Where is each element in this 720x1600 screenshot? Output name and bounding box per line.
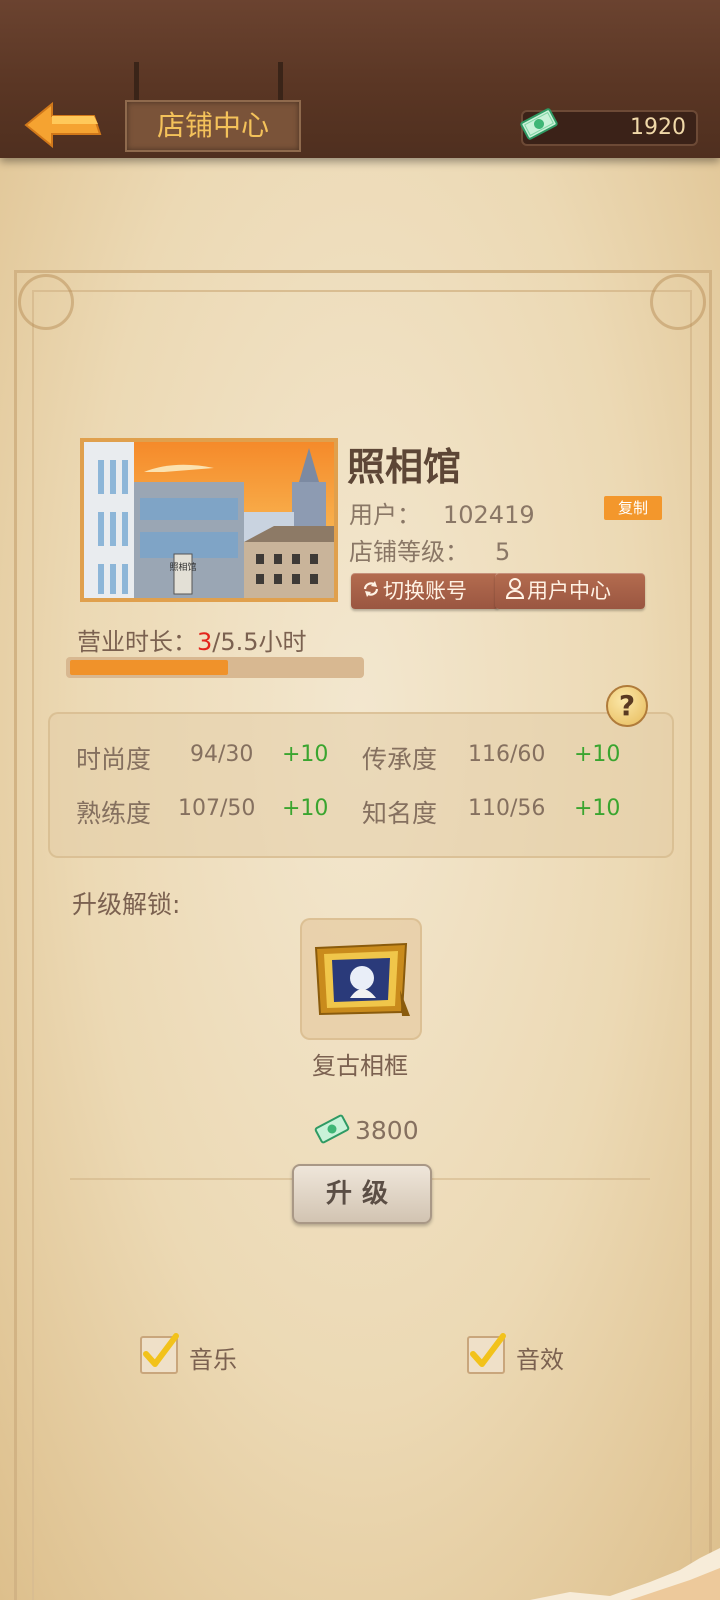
- help-button[interactable]: ?: [606, 685, 648, 727]
- shop-center-screen: 店铺中心 1920 照相馆 照相馆 用户： 102419 复制 店铺等级： 5 …: [0, 0, 720, 1600]
- stat-fame-plus: +10: [574, 796, 621, 821]
- stat-heritage-label: 传承度: [362, 745, 438, 774]
- business-hours-current: 3: [197, 628, 213, 656]
- stat-fame-label: 知名度: [362, 799, 438, 828]
- user-id-label: 用户：: [349, 501, 421, 529]
- user-id-row: 用户： 102419: [349, 495, 535, 530]
- money-value: 1920: [630, 115, 686, 140]
- user-id-value: 102419: [443, 501, 535, 529]
- shop-sign-text: 照相馆: [169, 561, 196, 573]
- stats-panel: 时尚度 94/30 +10 传承度 116/60 +10 熟练度 107/50 …: [48, 712, 674, 858]
- shop-level-value: 5: [495, 538, 511, 566]
- music-checkbox[interactable]: [140, 1333, 179, 1374]
- stat-fame-value: 110/56: [468, 796, 546, 821]
- user-center-button[interactable]: 用户中心: [495, 573, 645, 609]
- corner-ornament-right: [650, 274, 706, 330]
- switch-account-button[interactable]: 切换账号: [351, 573, 499, 609]
- stat-skill-plus: +10: [282, 796, 329, 821]
- upgrade-button[interactable]: 升级: [292, 1164, 432, 1224]
- sound-effect-label: 音效: [516, 1346, 564, 1374]
- page-title: 店铺中心: [125, 100, 301, 152]
- upgrade-price-value: 3800: [355, 1116, 419, 1145]
- unlock-label: 升级解锁:: [72, 890, 181, 919]
- unlock-item-name: 复古相框: [312, 1052, 408, 1080]
- cash-icon: [520, 108, 558, 140]
- stat-fashion-label: 时尚度: [76, 745, 152, 774]
- stat-heritage-value: 116/60: [468, 742, 546, 767]
- torn-corner-decoration: [530, 1548, 720, 1600]
- shop-level-row: 店铺等级： 5: [349, 532, 510, 567]
- corner-ornament-left: [18, 274, 74, 330]
- top-bar: 店铺中心 1920: [0, 0, 720, 158]
- user-center-label: 用户中心: [527, 579, 611, 603]
- switch-account-label: 切换账号: [383, 579, 467, 603]
- shop-image: 照相馆: [80, 438, 338, 602]
- stat-fashion-value: 94/30: [190, 742, 254, 767]
- stat-heritage-plus: +10: [574, 742, 621, 767]
- stat-skill-value: 107/50: [178, 796, 256, 821]
- back-arrow-icon: [24, 101, 102, 149]
- user-icon: [505, 574, 525, 610]
- unlock-item-slot[interactable]: [300, 918, 422, 1040]
- stat-fashion-plus: +10: [282, 742, 329, 767]
- checkmark-icon: [143, 1333, 179, 1367]
- business-hours-total: /5.5小时: [212, 628, 307, 656]
- photo-frame-icon: [314, 942, 410, 1016]
- sound-effect-checkbox[interactable]: [467, 1333, 506, 1374]
- question-icon: ?: [618, 689, 636, 722]
- switch-icon: [361, 574, 381, 610]
- back-button[interactable]: [22, 100, 102, 150]
- stat-skill-label: 熟练度: [76, 799, 152, 828]
- checkmark-icon: [470, 1333, 506, 1367]
- copy-button[interactable]: 复制: [604, 496, 662, 520]
- business-hours-label: 营业时长：: [77, 628, 197, 656]
- shop-name: 照相馆: [347, 444, 462, 489]
- business-hours-progress: [66, 657, 364, 678]
- shop-level-label: 店铺等级：: [349, 538, 469, 566]
- business-hours-progress-fill: [70, 660, 229, 675]
- money-display: 1920: [520, 108, 698, 146]
- upgrade-price: 3800: [313, 1113, 419, 1151]
- cash-icon: [313, 1113, 351, 1151]
- music-label: 音乐: [189, 1346, 237, 1374]
- photo-studio-illustration: 照相馆: [84, 442, 334, 598]
- business-hours: 营业时长：3/5.5小时: [77, 622, 307, 657]
